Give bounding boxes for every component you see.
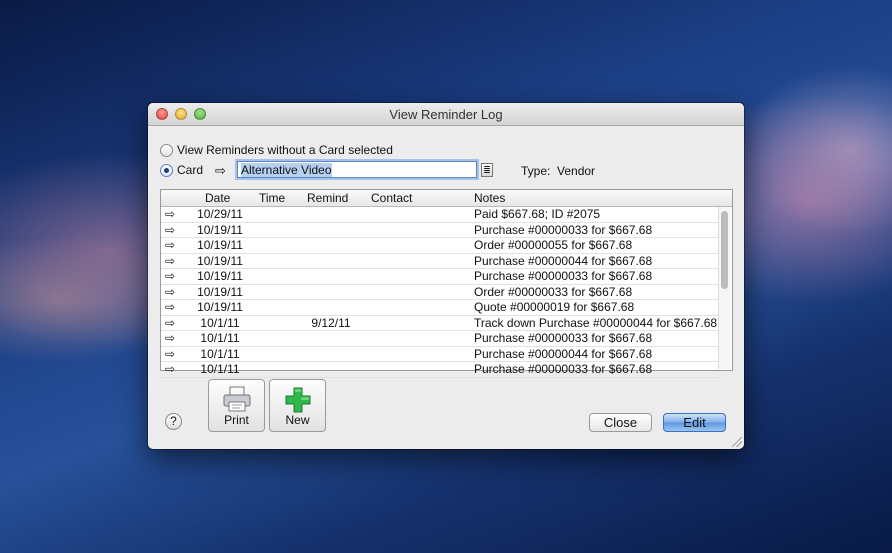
card-list-button[interactable]: ≣: [481, 163, 493, 177]
scrollbar-thumb[interactable]: [721, 211, 728, 289]
cell-date: 10/1/11: [200, 362, 240, 376]
list-icon: ≣: [483, 165, 491, 175]
cell-date: 10/29/11: [197, 207, 243, 221]
edit-button[interactable]: Edit: [663, 413, 726, 432]
row-arrow-icon[interactable]: ⇨: [165, 331, 179, 345]
column-notes[interactable]: Notes: [474, 191, 505, 205]
cell-notes: Purchase #00000033 for $667.68: [474, 362, 653, 376]
row-arrow-icon[interactable]: ⇨: [165, 254, 179, 268]
cell-date: 10/1/11: [200, 331, 240, 345]
print-label: Print: [224, 413, 249, 427]
no-card-label[interactable]: View Reminders without a Card selected: [177, 143, 393, 157]
table-row[interactable]: ⇨ 10/19/11 Quote #00000019 for $667.68: [161, 300, 719, 316]
cell-date: 10/1/11: [200, 346, 240, 361]
row-arrow-icon[interactable]: ⇨: [165, 316, 179, 330]
card-input[interactable]: Alternative Video: [237, 161, 477, 178]
table-row[interactable]: ⇨ 10/1/11 Purchase #00000033 for $667.68: [161, 362, 719, 378]
cell-notes: Track down Purchase #00000044 for $667.6…: [474, 315, 718, 330]
table-row[interactable]: ⇨ 10/29/11 Paid $667.68; ID #2075: [161, 207, 719, 223]
row-arrow-icon[interactable]: ⇨: [165, 285, 179, 299]
row-arrow-icon[interactable]: ⇨: [165, 300, 179, 314]
table-header: Date Time Remind Contact Notes: [161, 190, 732, 207]
row-arrow-icon[interactable]: ⇨: [165, 223, 179, 237]
new-label: New: [285, 413, 310, 427]
new-button[interactable]: New: [269, 379, 326, 432]
cell-notes: Paid $667.68; ID #2075: [474, 207, 601, 221]
cell-date: 10/19/11: [197, 253, 243, 268]
window-title: View Reminder Log: [389, 107, 503, 122]
table-row[interactable]: ⇨ 10/1/11 Purchase #00000033 for $667.68: [161, 331, 719, 347]
print-button[interactable]: Print: [208, 379, 265, 432]
cell-notes: Order #00000033 for $667.68: [474, 284, 633, 299]
cell-notes: Purchase #00000044 for $667.68: [474, 253, 653, 268]
plus-icon: [285, 387, 311, 413]
reminder-log-window: View Reminder Log View Reminders without…: [148, 103, 744, 449]
table-row[interactable]: ⇨ 10/19/11 Purchase #00000044 for $667.68: [161, 253, 719, 269]
column-remind[interactable]: Remind: [307, 191, 348, 205]
cell-remind: 9/12/11: [311, 315, 351, 330]
table-row[interactable]: ⇨ 10/19/11 Order #00000033 for $667.68: [161, 284, 719, 300]
row-arrow-icon[interactable]: ⇨: [165, 207, 179, 221]
table-body: ⇨ 10/29/11 Paid $667.68; ID #2075 ⇨ 10/19/11…: [161, 207, 719, 378]
type-value: Vendor: [557, 164, 596, 178]
no-card-radio[interactable]: [160, 144, 173, 157]
cell-date: 10/19/11: [197, 222, 243, 237]
cell-date: 10/1/11: [200, 315, 240, 330]
row-arrow-icon[interactable]: ⇨: [165, 362, 179, 376]
table-scrollbar[interactable]: [718, 207, 731, 369]
table-row[interactable]: ⇨ 10/19/11 Order #00000055 for $667.68: [161, 238, 719, 254]
cell-notes: Purchase #00000033 for $667.68: [474, 269, 653, 283]
table-row[interactable]: ⇨ 10/1/11 Purchase #00000044 for $667.68: [161, 346, 719, 362]
table-row[interactable]: ⇨ 10/1/11 9/12/11 Track down Purchase #0000…: [161, 315, 719, 331]
cell-notes: Order #00000055 for $667.68: [474, 238, 633, 252]
cell-date: 10/19/11: [197, 269, 243, 283]
row-arrow-icon[interactable]: ⇨: [165, 347, 179, 361]
close-button[interactable]: Close: [589, 413, 652, 432]
title-bar[interactable]: View Reminder Log: [148, 103, 744, 126]
row-arrow-icon[interactable]: ⇨: [165, 238, 179, 252]
resize-grip[interactable]: [732, 437, 742, 447]
cell-notes: Quote #00000019 for $667.68: [474, 300, 635, 314]
column-date[interactable]: Date: [205, 191, 230, 205]
cell-date: 10/19/11: [197, 238, 243, 252]
column-time[interactable]: Time: [259, 191, 285, 205]
cell-date: 10/19/11: [197, 300, 243, 314]
type-label: Type:: [521, 164, 551, 178]
row-arrow-icon[interactable]: ⇨: [165, 269, 179, 283]
cell-notes: Purchase #00000033 for $667.68: [474, 222, 653, 237]
column-contact[interactable]: Contact: [371, 191, 412, 205]
cell-date: 10/19/11: [197, 284, 243, 299]
cell-notes: Purchase #00000044 for $667.68: [474, 346, 653, 361]
reminder-table: Date Time Remind Contact Notes ⇨ 10/29/11…: [160, 189, 733, 378]
cell-notes: Purchase #00000033 for $667.68: [474, 331, 653, 345]
table-row[interactable]: ⇨ 10/19/11 Purchase #00000033 for $667.68: [161, 222, 719, 238]
card-input-value: Alternative Video: [241, 163, 332, 177]
help-button[interactable]: ?: [165, 413, 182, 430]
printer-icon: [223, 386, 251, 412]
card-radio[interactable]: [160, 164, 173, 177]
card-arrow-icon[interactable]: ⇨: [215, 164, 226, 177]
card-label[interactable]: Card: [177, 163, 203, 177]
table-row[interactable]: ⇨ 10/19/11 Purchase #00000033 for $667.68: [161, 269, 719, 285]
